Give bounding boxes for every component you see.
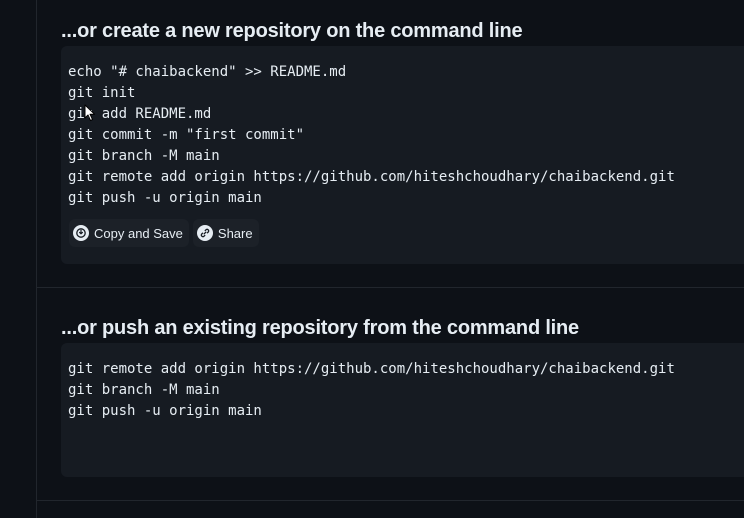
section-divider (37, 500, 744, 501)
code-line[interactable]: git push -u origin main (68, 188, 675, 209)
code-lines-existing-repo: git remote add origin https://github.com… (68, 359, 675, 422)
copy-and-save-button[interactable]: Copy and Save (69, 219, 189, 247)
code-block-new-repo[interactable]: echo "# chaibackend" >> README.md git in… (61, 46, 744, 264)
code-line[interactable]: git remote add origin https://github.com… (68, 359, 675, 380)
section-heading-new-repo: ...or create a new repository on the com… (61, 20, 523, 42)
code-lines-new-repo: echo "# chaibackend" >> README.md git in… (68, 62, 675, 209)
code-line[interactable]: git init (68, 83, 675, 104)
code-line[interactable]: echo "# chaibackend" >> README.md (68, 62, 675, 83)
copy-save-icon (73, 225, 89, 241)
section-divider (37, 287, 744, 288)
code-line[interactable]: git add README.md (68, 104, 675, 125)
share-button[interactable]: Share (192, 219, 259, 247)
code-line[interactable]: git commit -m "first commit" (68, 125, 675, 146)
code-line[interactable]: git push -u origin main (68, 401, 675, 422)
code-block-existing-repo[interactable]: git remote add origin https://github.com… (61, 343, 744, 477)
code-line[interactable]: git branch -M main (68, 146, 675, 167)
code-line[interactable]: git remote add origin https://github.com… (68, 167, 675, 188)
copy-and-save-label: Copy and Save (94, 225, 183, 241)
code-actions: Copy and Save Share (69, 219, 259, 247)
code-line[interactable]: git branch -M main (68, 380, 675, 401)
left-divider (36, 0, 37, 518)
link-icon (196, 225, 213, 241)
mouse-cursor-icon (84, 104, 96, 127)
section-heading-existing-repo: ...or push an existing repository from t… (61, 317, 579, 339)
share-label: Share (217, 225, 253, 241)
